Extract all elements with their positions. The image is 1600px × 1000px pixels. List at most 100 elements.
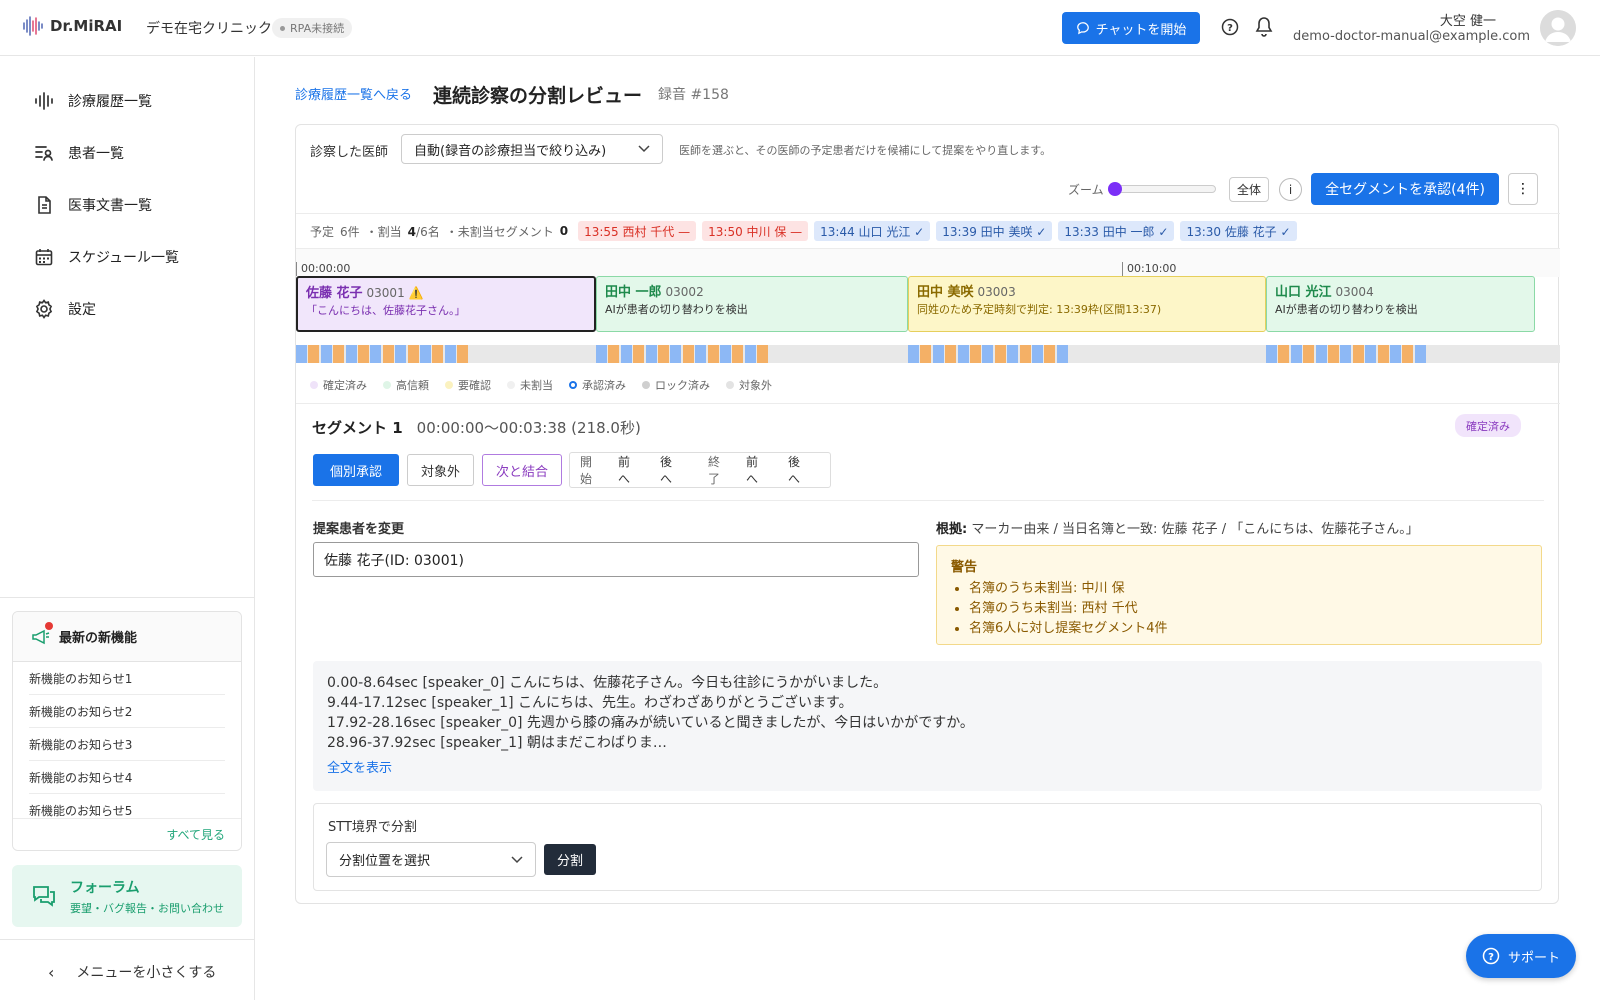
- stt-utterance-bar[interactable]: [1340, 345, 1352, 363]
- support-button[interactable]: ? サポート: [1466, 934, 1576, 978]
- start-chat-button[interactable]: チャットを開始: [1062, 12, 1200, 44]
- stt-utterance-bar[interactable]: [1007, 345, 1019, 363]
- stt-utterance-bar[interactable]: [945, 345, 957, 363]
- stt-utterance-bar[interactable]: [695, 345, 707, 363]
- stt-utterance-bar[interactable]: [333, 345, 345, 363]
- start-next-button[interactable]: 後へ: [660, 453, 682, 487]
- stt-utterance-bar[interactable]: [1328, 345, 1339, 363]
- stt-utterance-bar[interactable]: [320, 345, 332, 363]
- approve-all-segments-button[interactable]: 全セグメントを承認(4件): [1311, 173, 1499, 205]
- news-item[interactable]: 新機能のお知らせ4: [29, 761, 225, 794]
- stt-utterance-bar[interactable]: [1056, 345, 1068, 363]
- stt-utterance-bar[interactable]: [633, 345, 645, 363]
- stt-utterance-bar[interactable]: [444, 345, 456, 363]
- stt-utterance-bar[interactable]: [308, 345, 320, 363]
- stt-utterance-bar[interactable]: [720, 345, 731, 363]
- stt-utterance-bar[interactable]: [296, 345, 307, 363]
- sidebar-item-patients[interactable]: 患者一覧: [34, 143, 124, 163]
- stt-utterance-bar[interactable]: [620, 345, 632, 363]
- stt-utterance-bar[interactable]: [432, 345, 444, 363]
- schedule-chip[interactable]: 13:33 田中 一郎 ✓: [1058, 221, 1175, 241]
- stt-utterance-bar[interactable]: [1402, 345, 1414, 363]
- stt-utterance-bar[interactable]: [1315, 345, 1327, 363]
- schedule-chip[interactable]: 13:44 山口 光江 ✓: [814, 221, 931, 241]
- news-see-all-link[interactable]: すべて見る: [13, 818, 241, 850]
- stt-utterance-bar[interactable]: [920, 345, 932, 363]
- split-button[interactable]: 分割: [544, 844, 596, 875]
- merge-next-button[interactable]: 次と結合: [482, 454, 562, 486]
- news-item[interactable]: 新機能のお知らせ1: [29, 662, 225, 695]
- bell-icon[interactable]: [1254, 16, 1274, 38]
- stt-utterance-bar[interactable]: [395, 345, 407, 363]
- stt-utterance-bar[interactable]: [682, 345, 694, 363]
- stt-utterance-bar[interactable]: [1266, 345, 1277, 363]
- schedule-chip[interactable]: 13:50 中川 保 —: [702, 221, 809, 241]
- approve-segment-button[interactable]: 個別承認: [313, 454, 399, 486]
- stt-utterance-bar[interactable]: [596, 345, 607, 363]
- news-item[interactable]: 新機能のお知らせ3: [29, 728, 225, 761]
- stt-utterance-bar[interactable]: [757, 345, 769, 363]
- stt-utterance-bar[interactable]: [358, 345, 369, 363]
- avatar[interactable]: [1540, 10, 1576, 46]
- stt-utterance-bar[interactable]: [994, 345, 1006, 363]
- collapse-menu-button[interactable]: ‹ メニューを小さくする: [48, 962, 216, 982]
- stt-utterance-bar[interactable]: [1290, 345, 1302, 363]
- stt-utterance-bar[interactable]: [1390, 345, 1401, 363]
- schedule-chip[interactable]: 13:39 田中 美咲 ✓: [936, 221, 1053, 241]
- logo[interactable]: Dr.MiRAI: [22, 14, 122, 38]
- stt-utterance-bar[interactable]: [1365, 345, 1377, 363]
- stt-utterance-bar[interactable]: [670, 345, 682, 363]
- breadcrumb-back-link[interactable]: 診療履歴一覧へ戻る: [295, 84, 412, 103]
- timeline-segment[interactable]: 山口 光江 03004 AIが患者の切り替わりを検出: [1266, 276, 1535, 332]
- zoom-slider[interactable]: [1108, 182, 1216, 196]
- stt-utterance-bar[interactable]: [420, 345, 431, 363]
- start-prev-button[interactable]: 前へ: [618, 453, 640, 487]
- stt-utterance-bar[interactable]: [1019, 345, 1031, 363]
- forum-link[interactable]: フォーラム 要望・バグ報告・お問い合わせ: [12, 865, 242, 927]
- info-icon-button[interactable]: i: [1279, 178, 1302, 201]
- stt-utterance-bar[interactable]: [1032, 345, 1043, 363]
- stt-utterance-bar[interactable]: [732, 345, 744, 363]
- stt-utterance-bar[interactable]: [1044, 345, 1056, 363]
- zoom-all-button[interactable]: 全体: [1229, 177, 1269, 202]
- split-position-select[interactable]: 分割位置を選択: [326, 842, 536, 877]
- schedule-chip[interactable]: 13:30 佐藤 花子 ✓: [1180, 221, 1297, 241]
- more-options-button[interactable]: ⋮: [1508, 173, 1538, 205]
- stt-utterance-bar[interactable]: [1303, 345, 1315, 363]
- doctor-select[interactable]: 自動(録音の診療担当で絞り込み): [401, 134, 663, 164]
- stt-utterance-bar[interactable]: [382, 345, 394, 363]
- stt-utterance-bar[interactable]: [1352, 345, 1364, 363]
- stt-utterance-bar[interactable]: [407, 345, 419, 363]
- end-next-button[interactable]: 後へ: [788, 453, 810, 487]
- stt-utterance-bar[interactable]: [1414, 345, 1426, 363]
- timeline-segment[interactable]: 佐藤 花子 03001 ⚠️ 「こんにちは、佐藤花子さん。」: [296, 276, 596, 332]
- stt-utterance-bar[interactable]: [1377, 345, 1389, 363]
- sidebar-item-documents[interactable]: 医事文書一覧: [34, 195, 152, 215]
- patient-input[interactable]: [313, 542, 919, 577]
- stt-utterance-bar[interactable]: [707, 345, 719, 363]
- stt-utterance-bar[interactable]: [744, 345, 756, 363]
- timeline-segment[interactable]: 田中 一郎 03002 AIが患者の切り替わりを検出: [596, 276, 908, 332]
- stt-utterance-bar[interactable]: [908, 345, 919, 363]
- timeline-segment[interactable]: 田中 美咲 03003 同姓のため予定時刻で判定: 13:39枠(区間13:37): [908, 276, 1266, 332]
- stt-utterance-bar[interactable]: [957, 345, 969, 363]
- stt-utterance-bar[interactable]: [932, 345, 944, 363]
- stt-utterance-bar[interactable]: [457, 345, 469, 363]
- stt-utterance-bar[interactable]: [1278, 345, 1290, 363]
- stt-utterance-bar[interactable]: [645, 345, 657, 363]
- end-prev-button[interactable]: 前へ: [746, 453, 768, 487]
- news-item[interactable]: 新機能のお知らせ2: [29, 695, 225, 728]
- stt-utterance-bar[interactable]: [370, 345, 382, 363]
- sidebar-item-settings[interactable]: 設定: [34, 299, 96, 319]
- sidebar-item-schedule[interactable]: スケジュール一覧: [34, 247, 179, 267]
- stt-utterance-bar[interactable]: [345, 345, 357, 363]
- schedule-chip[interactable]: 13:55 西村 千代 —: [578, 221, 697, 241]
- sidebar-item-history[interactable]: 診療履歴一覧: [34, 91, 152, 111]
- help-icon[interactable]: ?: [1221, 18, 1239, 36]
- stt-utterance-bar[interactable]: [982, 345, 994, 363]
- stt-utterance-bar[interactable]: [658, 345, 669, 363]
- stt-utterance-bar[interactable]: [970, 345, 981, 363]
- zoom-slider-handle[interactable]: [1108, 182, 1122, 196]
- stt-utterance-bar[interactable]: [608, 345, 620, 363]
- exclude-segment-button[interactable]: 対象外: [407, 454, 474, 486]
